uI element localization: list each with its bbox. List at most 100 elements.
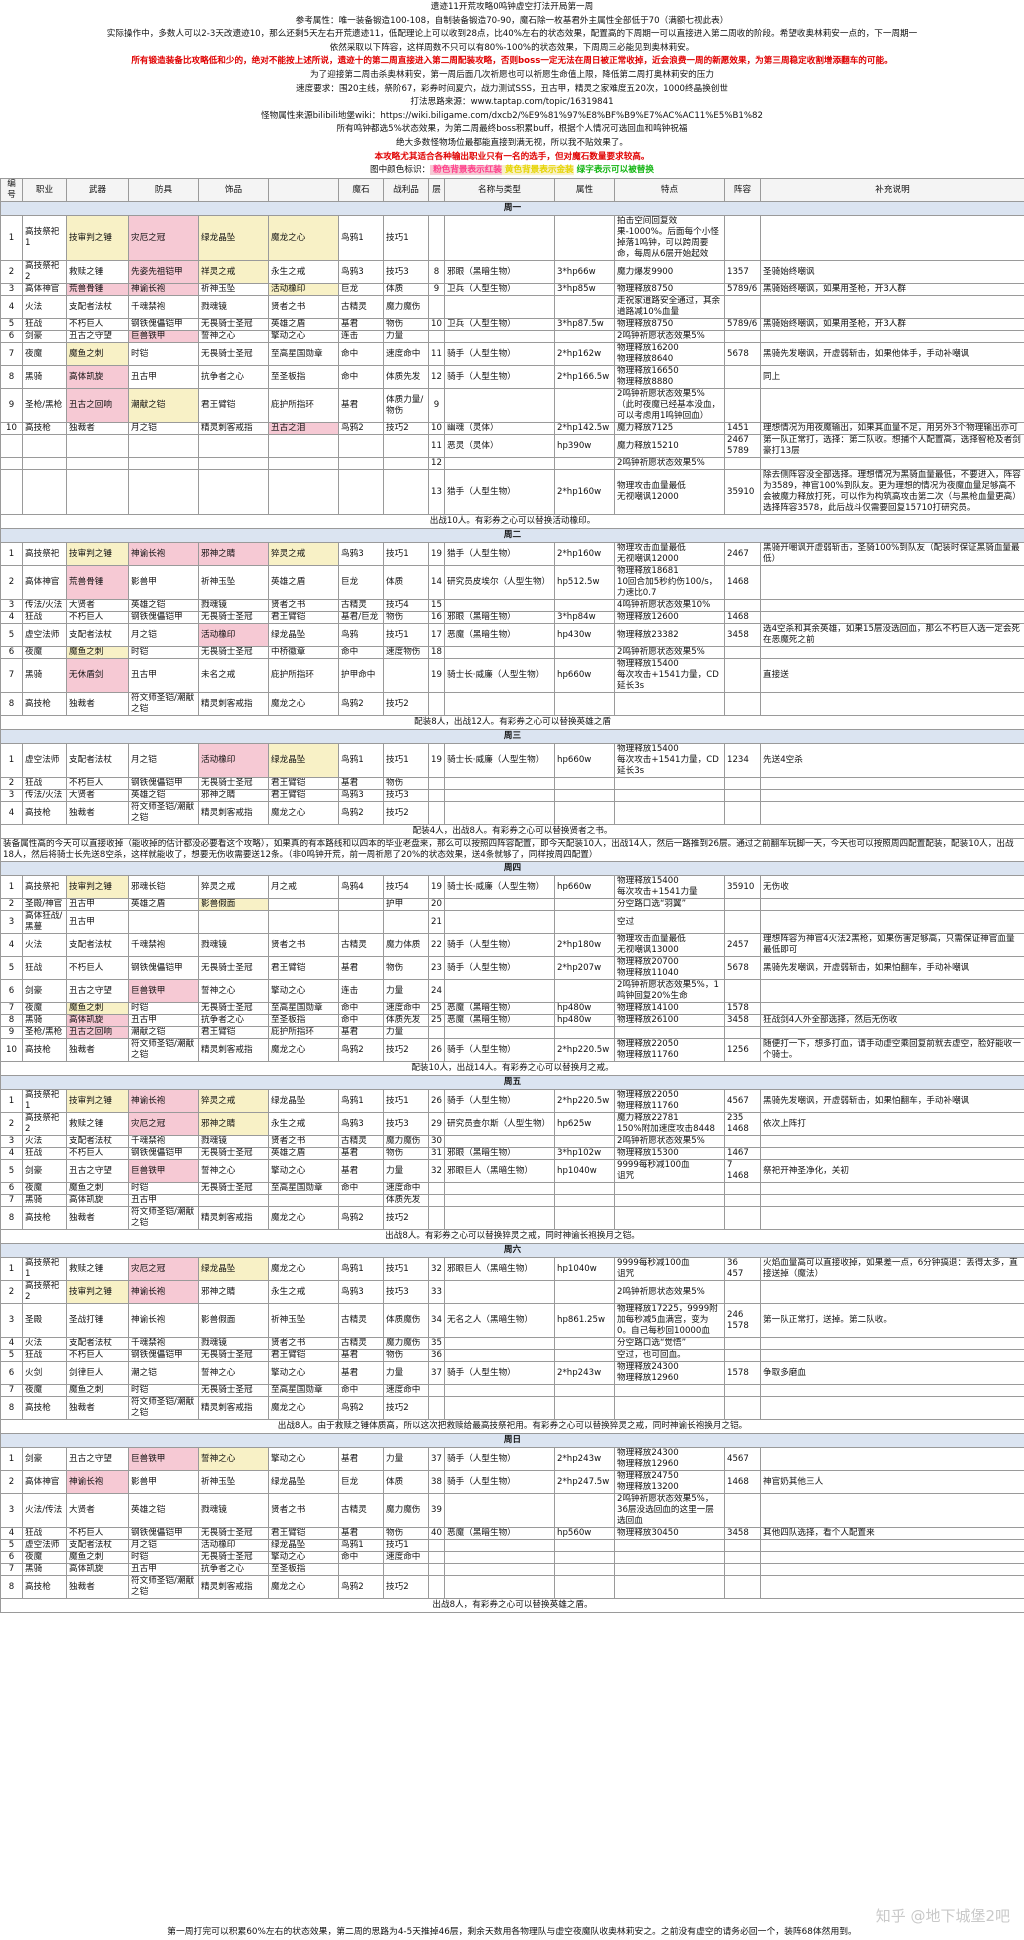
- magic-stone-cell: 巨龙: [338, 1470, 384, 1494]
- row-number: 8: [0, 365, 23, 389]
- loot-cell: 技巧1: [383, 1257, 429, 1281]
- armor-cell: 钢铁傀儡铠甲: [128, 611, 199, 624]
- table-row: 6 剑豪 丑古之守望 巨兽铁甲 誓神之心 擎动之心 连击 力量 2鸣钟祈愿状态效果5%: [0, 330, 1024, 343]
- table-row: 7 夜魔 魔鱼之刺 时铠 无畏骑士圣冠 至高星国勋章 命中 速度命中 25 恶魔（黑暗生物） hp4…: [0, 1002, 1024, 1015]
- enemy-attr-cell: [554, 457, 615, 470]
- loot-cell: 魔力体质: [383, 933, 429, 957]
- row-number: 2: [0, 1112, 23, 1136]
- floor-cell: [428, 1539, 445, 1552]
- enemy-name-cell: 恶魔（黑暗生物）: [444, 1014, 555, 1027]
- team-cell: 2467 5789: [724, 434, 761, 458]
- accessory-1-cell: 邪神之睛: [198, 1280, 269, 1304]
- team-cell: [724, 1563, 761, 1576]
- job-cell: [22, 469, 67, 515]
- accessory-1-cell: 祈神玉坠: [198, 283, 269, 296]
- floor-cell: 22: [428, 933, 445, 957]
- enemy-attr-cell: [554, 898, 615, 911]
- weapon-cell: 大贤者: [66, 789, 129, 802]
- table-row: 1 高技祭祀1 救赎之锤 灾厄之冠 绿龙晶坠 魔龙之心 鸟鸦1 技巧1 32 邪眼巨人（黑暗生物）…: [0, 1257, 1024, 1281]
- accessory-1-cell: 戮魂镜: [198, 599, 269, 612]
- watermark: 知乎 @地下城堡2吧: [875, 1907, 1010, 1925]
- note-cell: [760, 1493, 1024, 1528]
- floor-cell: [428, 1206, 445, 1230]
- magic-stone-cell: 命中: [338, 1384, 384, 1397]
- armor-cell: 巨兽铁甲: [128, 330, 199, 343]
- team-cell: 1357: [724, 260, 761, 284]
- table-row: 2 高技祭祀2 救赎之锤 灾厄之冠 邪神之睛 永生之戒 鸟鸦3 技巧3 29 研究员查尔斯（人型生…: [0, 1112, 1024, 1136]
- accessory-1-cell: 誓神之心: [198, 979, 269, 1003]
- team-cell: 1256: [724, 1038, 761, 1062]
- magic-stone-cell: 古精灵: [338, 1493, 384, 1528]
- weapon-cell: 独裁者: [66, 692, 129, 716]
- note-cell: [760, 1447, 1024, 1471]
- armor-cell: 时铠: [128, 342, 199, 366]
- enemy-name-cell: 骑手（人型生物）: [444, 1089, 555, 1113]
- table-row: 2 高体神官 荒兽骨锤 影兽甲 祈神玉坠 英雄之盾 巨龙 体质 14 研究员皮埃尔（人型生物） hp…: [0, 565, 1024, 600]
- enemy-name-cell: 骑手（人型生物）: [444, 956, 555, 980]
- armor-cell: 巨兽铁甲: [128, 1159, 199, 1183]
- loot-cell: 物伤: [383, 956, 429, 980]
- accessory-2-cell: 魔龙之心: [268, 1396, 339, 1420]
- header-line: 所有鸣钟都选5%状态效果，为第二周最终boss积累buff，根据个人情况可选回血…: [336, 124, 688, 135]
- job-cell: 黑骑: [22, 1194, 67, 1207]
- note-cell: [760, 388, 1024, 423]
- accessory-1-cell: [198, 434, 269, 458]
- accessory-2-cell: 贤者之书: [268, 1135, 339, 1148]
- weapon-cell: 支配者法杖: [66, 743, 129, 778]
- floor-cell: [428, 215, 445, 261]
- feature-cell: 物理释放12600: [614, 611, 725, 624]
- weapon-cell: 技审判之锤: [66, 215, 129, 261]
- row-number: 7: [0, 1002, 23, 1015]
- note-cell: 黑骑先发嘲讽，开虚弱斩击，如果他体手，手动补嘲讽: [760, 342, 1024, 366]
- magic-stone-cell: 鸟鸦2: [338, 1038, 384, 1062]
- magic-stone-cell: 鸟鸦: [338, 623, 384, 647]
- floor-cell: 23: [428, 956, 445, 980]
- week-summary: 配装8人，出战12人。有彩券之心可以替换英雄之盾: [0, 715, 1024, 730]
- row-number: 1: [0, 215, 23, 261]
- armor-cell: 符文师圣铠/潮献之铠: [128, 1206, 199, 1230]
- floor-cell: [428, 789, 445, 802]
- table-row: 4 高技枪 独裁者 符文师圣铠/潮献之铠 精灵刺客戒指 魔龙之心 鸟鸦2 技巧2: [0, 801, 1024, 825]
- magic-stone-cell: 巨龙: [338, 283, 384, 296]
- accessory-1-cell: 活动橡印: [198, 623, 269, 647]
- row-number: 5: [0, 318, 23, 331]
- enemy-attr-cell: 2*hp162w: [554, 342, 615, 366]
- table-row: 7 黑骑 高体凯旋 丑古甲 抗争者之心 至圣板指: [0, 1563, 1024, 1576]
- team-cell: [724, 1575, 761, 1599]
- enemy-attr-cell: hp660w: [554, 875, 615, 899]
- feature-cell: 2鸣钟祈愿状态效果5%，1鸣钟回复20%生命: [614, 979, 725, 1003]
- feature-cell: 9999每秒减100血 诅咒: [614, 1159, 725, 1183]
- weapon-cell: 魔鱼之刺: [66, 1551, 129, 1564]
- accessory-1-cell: [198, 910, 269, 934]
- accessory-2-cell: 庇护所指环: [268, 388, 339, 423]
- accessory-1-cell: 抗争者之心: [198, 1014, 269, 1027]
- row-number: [0, 434, 23, 458]
- accessory-2-cell: 永生之戒: [268, 1112, 339, 1136]
- feature-cell: 物理释放15300: [614, 1147, 725, 1160]
- magic-stone-cell: [338, 434, 384, 458]
- team-cell: [724, 1493, 761, 1528]
- accessory-1-cell: 无畏骑士圣冠: [198, 777, 269, 790]
- accessory-1-cell: 邪神之睛: [198, 789, 269, 802]
- armor-cell: 神谕长袍: [128, 1089, 199, 1113]
- floor-cell: 19: [428, 658, 445, 693]
- weapon-cell: 救赎之锤: [66, 260, 129, 284]
- weapon-cell: 独裁者: [66, 1038, 129, 1062]
- job-cell: 狂战: [22, 1147, 67, 1160]
- loot-cell: 技巧2: [383, 1575, 429, 1599]
- team-cell: [724, 1539, 761, 1552]
- loot-cell: 技巧1: [383, 1089, 429, 1113]
- table-row: 4 火法 支配者法杖 千魂禁袍 戮魂镜 贤者之书 古精灵 魔力体质 22 骑手（人型生物） 2*hp…: [0, 933, 1024, 957]
- job-cell: 狂战: [22, 956, 67, 980]
- feature-cell: [614, 1575, 725, 1599]
- week-title: 周五: [0, 1075, 1024, 1090]
- magic-stone-cell: 基君: [338, 1361, 384, 1385]
- floor-cell: 20: [428, 898, 445, 911]
- feature-cell: 物理释放24300 物理释放12960: [614, 1447, 725, 1471]
- weapon-cell: [66, 469, 129, 515]
- job-cell: 高技枪: [22, 1396, 67, 1420]
- weapon-cell: 圣战打锤: [66, 1303, 129, 1338]
- job-cell: 高技枪: [22, 1206, 67, 1230]
- enemy-name-cell: 骑手（人型生物）: [444, 1361, 555, 1385]
- note-cell: 依次上阵打: [760, 1112, 1024, 1136]
